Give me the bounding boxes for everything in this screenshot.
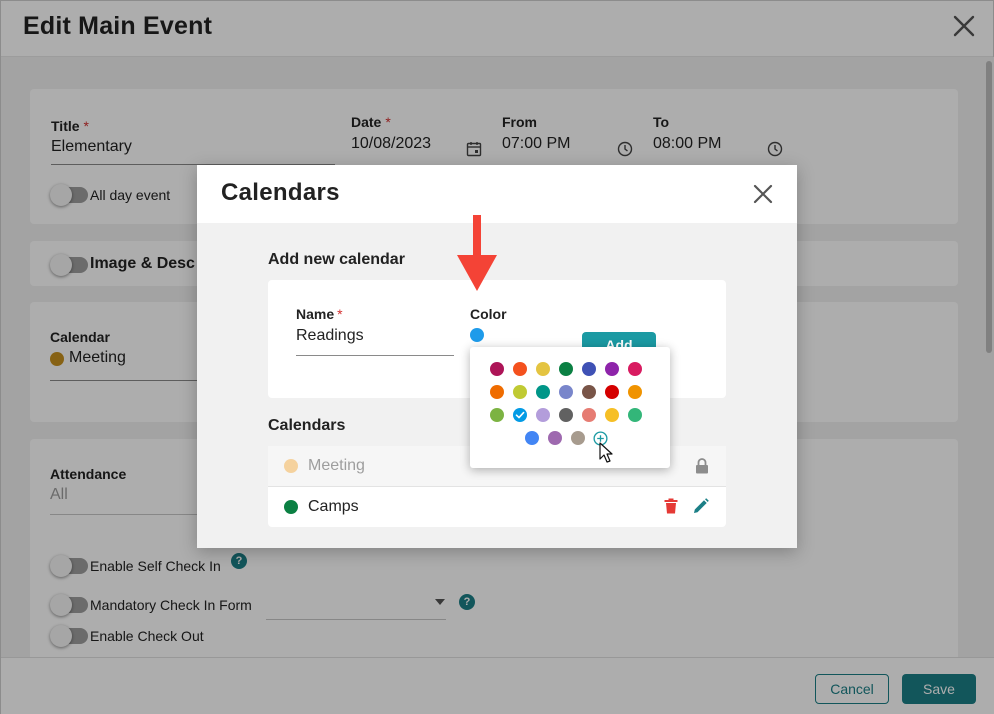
color-swatch[interactable]: [513, 385, 527, 399]
color-swatch[interactable]: [513, 362, 527, 376]
calendars-list-heading: Calendars: [268, 417, 346, 434]
color-swatch[interactable]: [559, 362, 573, 376]
list-item: Camps: [268, 487, 726, 527]
close-icon[interactable]: [751, 182, 775, 206]
color-swatch[interactable]: [536, 362, 550, 376]
color-swatch[interactable]: [559, 408, 573, 422]
color-swatch[interactable]: [570, 431, 585, 445]
cursor-icon: [599, 442, 613, 463]
red-arrow-annotation: [457, 215, 497, 291]
color-swatch[interactable]: [524, 431, 539, 445]
add-calendar-heading: Add new calendar: [268, 251, 405, 268]
lock-icon: [696, 458, 708, 474]
color-swatch[interactable]: [490, 408, 504, 422]
calendar-color-dot: [284, 500, 298, 514]
check-icon: [515, 411, 525, 419]
color-swatch[interactable]: [628, 408, 642, 422]
modal-title: Calendars: [221, 179, 340, 206]
color-swatch[interactable]: [536, 408, 550, 422]
color-swatch[interactable]: [547, 431, 562, 445]
name-underline: [296, 355, 454, 356]
calendar-name: Meeting: [308, 457, 365, 474]
pencil-icon[interactable]: [693, 498, 709, 514]
color-swatch[interactable]: [559, 385, 573, 399]
color-swatch[interactable]: [582, 362, 596, 376]
color-swatch[interactable]: [490, 385, 504, 399]
name-input[interactable]: Readings: [296, 327, 364, 345]
color-swatch[interactable]: [582, 408, 596, 422]
color-swatch[interactable]: [605, 362, 619, 376]
color-swatch[interactable]: [490, 362, 504, 376]
color-swatch[interactable]: [513, 408, 527, 422]
trash-icon[interactable]: [664, 498, 678, 514]
color-swatch[interactable]: [605, 408, 619, 422]
color-swatch[interactable]: [536, 385, 550, 399]
name-label: Name *: [296, 306, 343, 322]
color-swatch[interactable]: [605, 385, 619, 399]
calendar-color-dot: [284, 459, 298, 473]
color-picker-popup: [470, 347, 670, 468]
calendar-name: Camps: [308, 498, 359, 515]
color-swatch[interactable]: [628, 362, 642, 376]
color-swatch[interactable]: [628, 385, 642, 399]
color-swatch[interactable]: [582, 385, 596, 399]
color-select[interactable]: [470, 328, 484, 342]
color-label: Color: [470, 306, 507, 322]
